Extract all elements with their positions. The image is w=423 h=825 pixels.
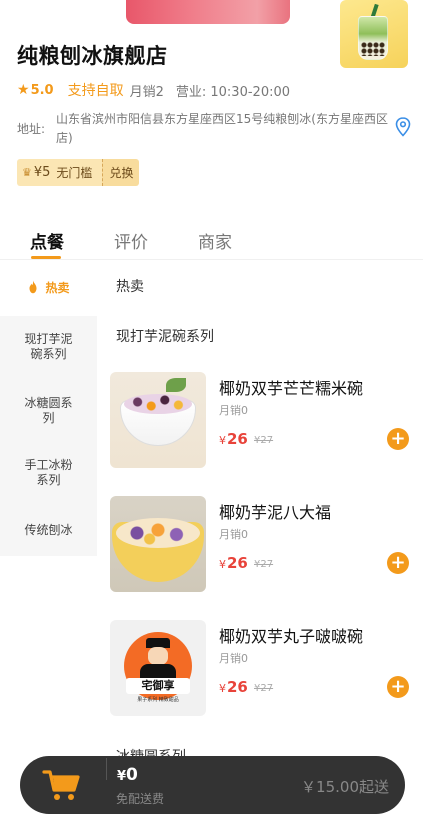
currency-symbol: ¥ — [219, 682, 226, 695]
add-to-cart-button[interactable]: + — [387, 676, 409, 698]
brand-logo-text: 宅御享 — [126, 678, 190, 694]
add-to-cart-button[interactable]: + — [387, 428, 409, 450]
pickup-tag: 支持自取 — [67, 83, 124, 99]
cart-total-value: 0 — [126, 765, 138, 785]
min-order-label[interactable]: ￥15.00起送 — [301, 776, 389, 797]
product-image[interactable]: 宅御享 果子系列 精致甜品 — [110, 620, 206, 716]
coupon-card[interactable]: ♛ ¥5 无门槛 兑换 — [17, 159, 140, 186]
category-sidebar: 热卖 现打芋泥碗系列 冰糖圆系列 手工冰粉系列 传统刨冰 — [0, 260, 97, 556]
product-name: 椰奶双芋丸子啵啵碗 — [219, 627, 364, 646]
crown-icon: ♛ — [22, 166, 32, 179]
brand-logo-subtext: 果子系列 精致甜品 — [137, 697, 179, 703]
price-value: 26 — [227, 430, 248, 448]
shop-tabs: 点餐 评价 商家 — [0, 220, 423, 260]
price-value: 26 — [227, 678, 248, 696]
coupon-desc: 无门槛 — [56, 166, 93, 180]
shop-rating: 5.0 — [30, 82, 54, 98]
shopping-cart-icon[interactable] — [42, 769, 82, 803]
product-card[interactable]: 宅御享 果子系列 精致甜品 椰奶双芋丸子啵啵碗 月销0 ¥26 ¥27 + — [110, 620, 410, 716]
pearls-shape — [361, 42, 385, 56]
sidebar-item-ice-jelly[interactable]: 手工冰粉系列 — [0, 458, 97, 488]
product-original-price: ¥27 — [254, 559, 274, 570]
cart-separator — [106, 758, 107, 780]
product-card[interactable]: 椰奶芋泥八大福 月销0 ¥26 ¥27 + — [110, 496, 410, 592]
fire-icon — [29, 280, 37, 294]
cart-total: ¥0 — [117, 765, 138, 785]
product-image[interactable] — [110, 372, 206, 468]
section-title-hot: 热卖 — [116, 279, 144, 295]
shop-banner-image — [126, 0, 290, 24]
currency-symbol: ¥ — [117, 769, 127, 784]
coupon-redeem-button[interactable]: 兑换 — [102, 159, 140, 186]
price-value: 26 — [227, 554, 248, 572]
product-price: ¥26 — [219, 430, 248, 448]
star-icon: ★ — [17, 82, 30, 98]
product-name: 椰奶双芋芒芒糯米碗 — [219, 379, 364, 398]
logo-face — [148, 647, 168, 665]
tab-merchant[interactable]: 商家 — [198, 228, 232, 253]
dessert-topping-shape — [124, 394, 192, 414]
product-card[interactable]: 椰奶双芋芒芒糯米碗 月销0 ¥26 ¥27 + — [110, 372, 410, 468]
section-title-taro: 现打芋泥碗系列 — [116, 329, 214, 345]
sidebar-item-sugar-balls[interactable]: 冰糖圆系列 — [0, 396, 97, 426]
product-sales: 月销0 — [219, 528, 248, 541]
product-sales: 月销0 — [219, 404, 248, 417]
product-sales: 月销0 — [219, 652, 248, 665]
address-label: 地址: — [17, 122, 46, 136]
tab-order[interactable]: 点餐 — [30, 228, 64, 253]
business-hours: 营业: 10:30-20:00 — [175, 84, 291, 100]
shop-name: 纯粮刨冰旗舰店 — [17, 44, 168, 68]
shop-meta-row: ★ 5.0 支持自取 月销2 营业: 10:30-20:00 — [17, 80, 290, 100]
product-image[interactable] — [110, 496, 206, 592]
address-text: 山东省滨州市阳信县东方星座西区15号纯粮刨冰(东方星座西区店) — [56, 112, 388, 145]
currency-symbol: ¥ — [219, 558, 226, 571]
coupon-info: ♛ ¥5 无门槛 — [17, 159, 103, 186]
product-price: ¥26 — [219, 554, 248, 572]
sidebar-item-hot[interactable]: 热卖 — [0, 260, 97, 316]
add-to-cart-button[interactable]: + — [387, 552, 409, 574]
coupon-amount: ¥5 — [33, 165, 51, 180]
product-price: ¥26 — [219, 678, 248, 696]
leaf-shape — [166, 378, 186, 392]
currency-symbol: ¥ — [219, 434, 226, 447]
cart-bar[interactable]: ¥0 免配送费 ￥15.00起送 — [20, 756, 405, 814]
delivery-fee-note: 免配送费 — [116, 792, 165, 806]
tab-reviews[interactable]: 评价 — [114, 228, 148, 253]
sidebar-item-label: 热卖 — [45, 281, 70, 295]
sidebar-item-taro[interactable]: 现打芋泥碗系列 — [0, 332, 97, 362]
product-name: 椰奶芋泥八大福 — [219, 503, 332, 522]
dessert-topping-shape — [116, 518, 200, 548]
shop-logo[interactable] — [340, 0, 408, 68]
monthly-sales: 月销2 — [129, 84, 164, 100]
product-original-price: ¥27 — [254, 683, 274, 694]
location-pin-icon[interactable] — [395, 117, 411, 137]
sidebar-item-shaved-ice[interactable]: 传统刨冰 — [0, 523, 97, 538]
product-original-price: ¥27 — [254, 435, 274, 446]
